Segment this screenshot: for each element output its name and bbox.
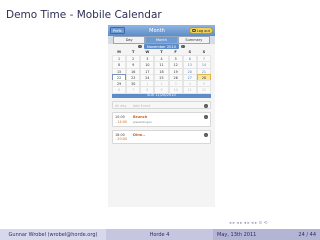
event-list: All day Add Event › 10:00 - 14:00 Brunch… <box>112 101 211 145</box>
tab-summary[interactable]: Summary <box>177 36 210 44</box>
app-title: Month <box>149 27 165 34</box>
day-cell[interactable]: 11 <box>182 86 197 95</box>
footer-talk: Horde 4 <box>106 229 213 240</box>
day-cell[interactable]: 12 <box>196 86 211 95</box>
event-title: Dinn.. <box>133 132 146 137</box>
power-icon <box>192 28 196 33</box>
tab-month[interactable]: Month <box>145 36 178 44</box>
add-event-label: Add Event <box>133 104 151 109</box>
event-body: Dinn.. <box>133 133 208 137</box>
tab-day[interactable]: Day <box>113 36 146 44</box>
add-event-row[interactable]: All day Add Event › <box>112 101 211 110</box>
page-number: 24 / 44 <box>298 231 316 238</box>
app-toolbar: Prefs Month Log out <box>108 25 215 36</box>
slide-footer: Gunnar Wrobel (wrobel@horde.org) Horde 4… <box>0 229 320 240</box>
logout-button[interactable]: Log out <box>189 26 213 35</box>
logout-label: Log out <box>196 28 210 33</box>
view-tabs: Day Month Summary <box>108 36 215 44</box>
slide-navigation-icons[interactable]: ◂ ▸ ◂ ▸ ◂ ▸ ◂ ▸ ≡ ⟲ <box>229 221 268 226</box>
footer-right: May, 13th 2011 24 / 44 <box>213 229 320 240</box>
event-location: Jawashingen <box>133 119 152 124</box>
mobile-calendar-screen: Prefs Month Log out Day Month Summary ‹ … <box>108 25 215 207</box>
next-month-icon[interactable]: › <box>180 44 185 49</box>
month-grid: MTWTFSS 1 2 3 4 5 6 7 8 9 10 11 12 13 14 15 16 17 18 19 20 2… <box>112 49 211 95</box>
event-time: 10:00 - 14:00 <box>115 115 133 123</box>
calendar-week: 6 7 8 9 10 11 12 <box>112 86 211 95</box>
event-end: - 14:00 <box>115 119 128 124</box>
event-time: 18:00 - 20:00 <box>115 133 133 141</box>
day-cell[interactable]: 6 <box>112 86 127 95</box>
prev-month-icon[interactable]: ‹ <box>138 44 142 49</box>
event-body: Brunch Jawashingen <box>133 115 208 123</box>
event-end: - 20:00 <box>115 136 128 141</box>
prefs-button[interactable]: Prefs <box>110 26 125 35</box>
chevron-right-icon: › <box>204 132 208 137</box>
day-cell[interactable]: 7 <box>126 86 141 95</box>
event-row[interactable]: 18:00 - 20:00 Dinn.. › <box>112 129 211 145</box>
footer-date: May, 13th 2011 <box>217 231 257 238</box>
footer-author: Gunnar Wrobel (wrobel@horde.org) <box>0 229 106 240</box>
calendar-weeks: 1 2 3 4 5 6 7 8 9 10 11 12 13 14 15 16 17 18 19 20 21 22 23 24 2… <box>112 55 211 95</box>
slide-title: Demo Time - Mobile Calendar <box>6 9 162 21</box>
event-row[interactable]: 10:00 - 14:00 Brunch Jawashingen › <box>112 112 211 127</box>
all-day-label: All day <box>115 104 127 109</box>
